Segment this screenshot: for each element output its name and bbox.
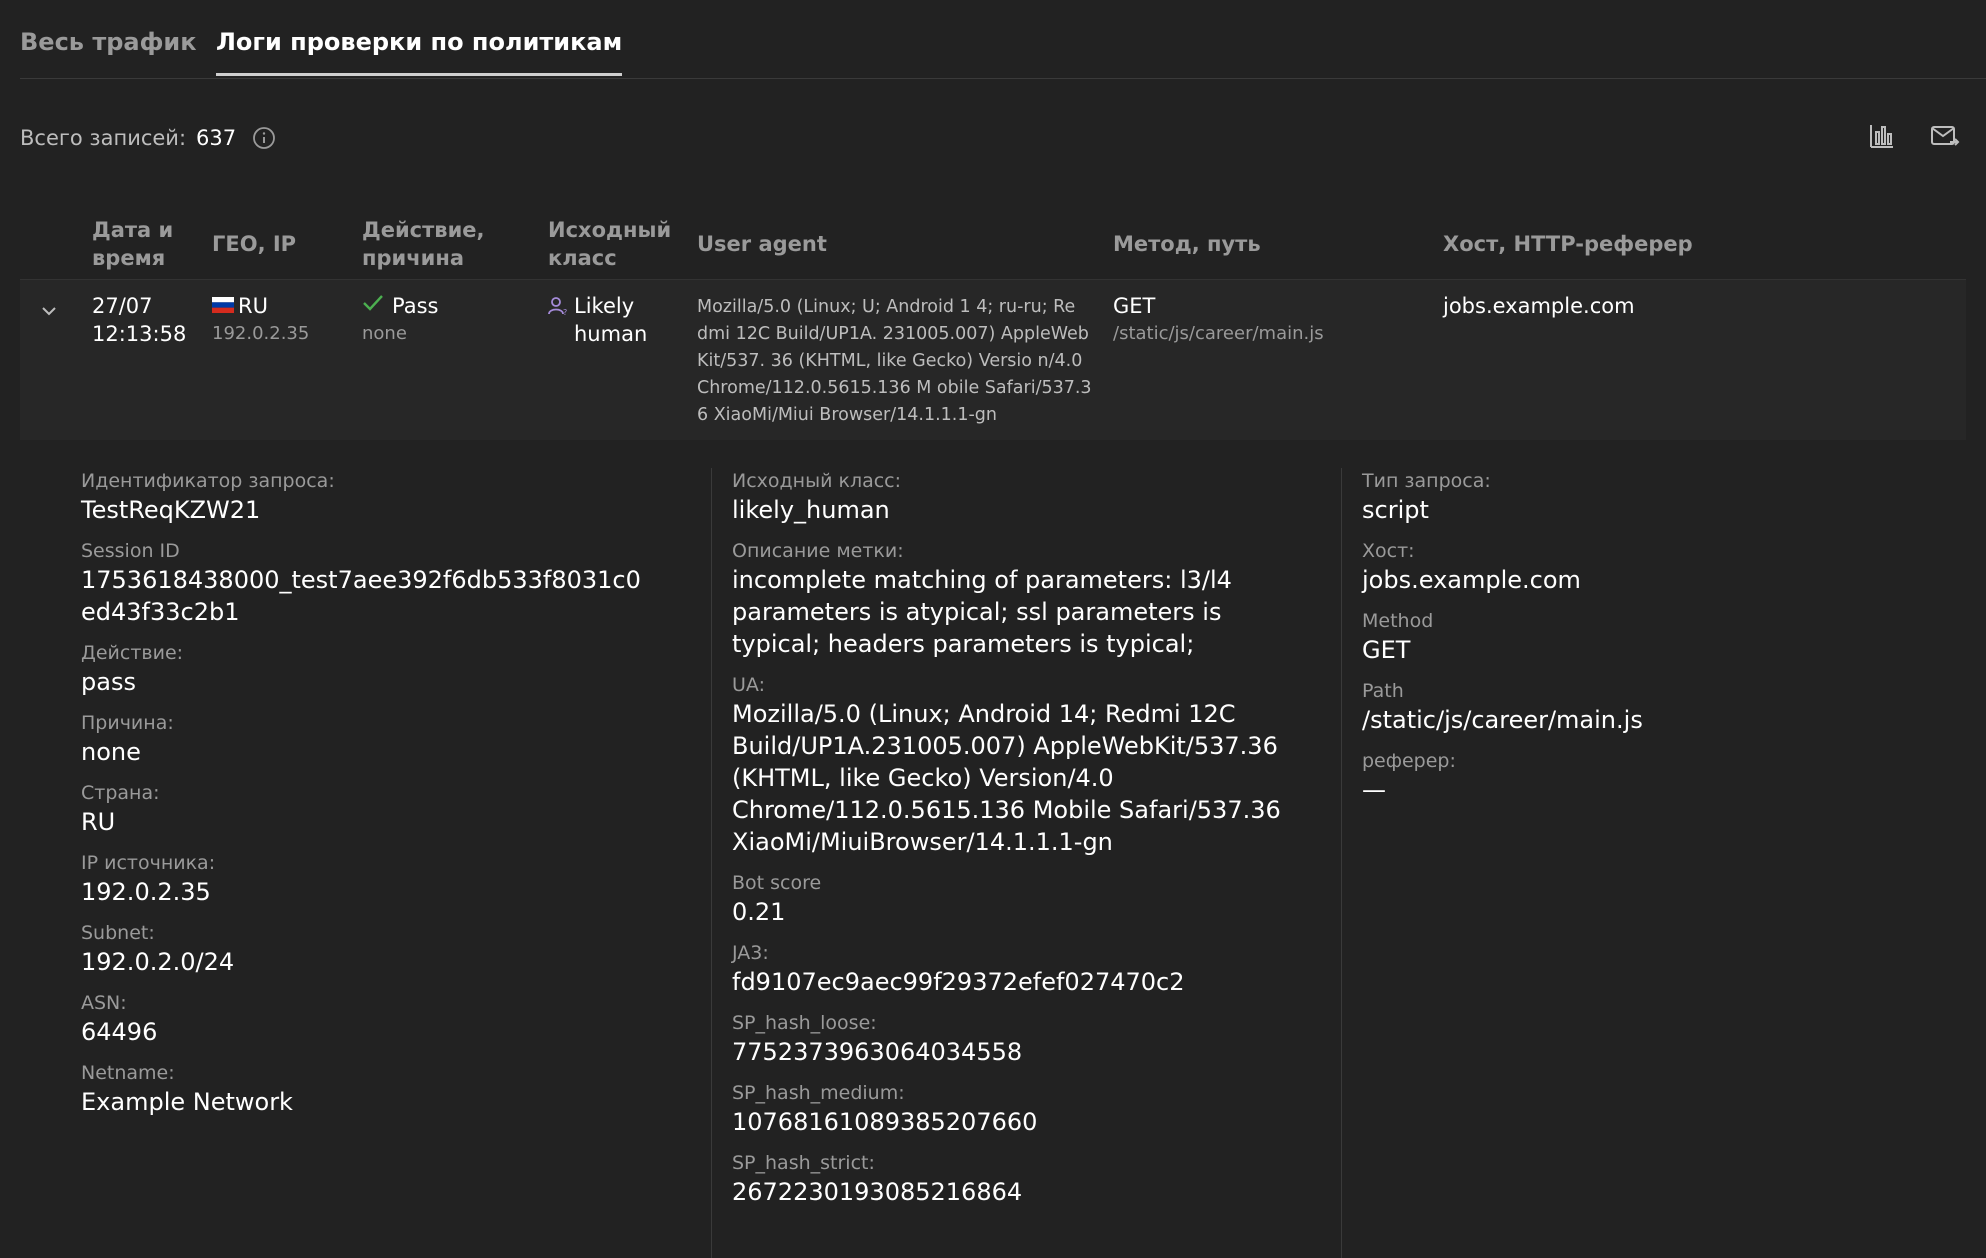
- cell-method: GET /static/js/career/main.js: [1113, 292, 1324, 348]
- detail-value: 7752373963064034558: [732, 1038, 1023, 1066]
- detail-label: Session ID: [81, 540, 180, 562]
- cell-host[interactable]: jobs.example.com: [1443, 292, 1635, 320]
- detail-value: 2672230193085216864: [732, 1178, 1023, 1206]
- cell-reason: none: [362, 323, 407, 344]
- detail-value: /static/js/career/main.js: [1362, 706, 1643, 734]
- cell-action: Pass none: [362, 292, 438, 348]
- cell-geo: RU 192.0.2.35: [212, 292, 309, 348]
- mail-export-icon[interactable]: [1930, 122, 1960, 150]
- detail-label: Действие:: [81, 642, 184, 664]
- table-row[interactable]: 27/07 12:13:58 RU 192.0.2.35 Pass none ? …: [20, 280, 1966, 441]
- detail-label: ASN:: [81, 992, 127, 1014]
- detail-label: SP_hash_strict:: [732, 1152, 875, 1174]
- detail-value: jobs.example.com: [1362, 566, 1581, 594]
- cell-user-agent: Mozilla/5.0 (Linux; U; Android 1 4; ru-r…: [697, 297, 1092, 425]
- detail-value: Mozilla/5.0 (Linux; Android 14; Redmi 12…: [732, 700, 1281, 856]
- svg-text:?: ?: [563, 308, 567, 316]
- row-details: Идентификатор запроса: TestReqKZW21 Sessi…: [20, 440, 1966, 1258]
- cell-ip: 192.0.2.35: [212, 323, 310, 344]
- tab-all-traffic[interactable]: Весь трафик: [20, 28, 197, 73]
- detail-label: Идентификатор запроса:: [81, 470, 335, 492]
- header-geo[interactable]: ГЕО, IP: [212, 230, 296, 258]
- chevron-down-icon[interactable]: [40, 302, 58, 320]
- cell-class: ? Likely human: [548, 292, 647, 348]
- details-column-3: Тип запроса: script Хост: jobs.example.com…: [1341, 468, 1922, 1258]
- detail-label: реферер:: [1362, 750, 1456, 772]
- bar-chart-icon[interactable]: [1868, 122, 1896, 150]
- detail-value: 10768161089385207660: [732, 1108, 1038, 1136]
- header-method[interactable]: Метод, путь: [1113, 230, 1261, 258]
- cell-country: RU: [238, 294, 268, 318]
- header-action[interactable]: Действие, причина: [362, 216, 485, 272]
- detail-value: script: [1362, 496, 1429, 524]
- records-count: 637: [196, 126, 237, 150]
- toolbar-icons: [1868, 122, 1960, 150]
- details-column-2: Исходный класс: likely_human Описание мет…: [711, 468, 1312, 1258]
- detail-value: none: [81, 738, 141, 766]
- records-summary: Всего записей: 637: [20, 126, 276, 150]
- detail-label: IP источника:: [81, 852, 216, 874]
- detail-label: Исходный класс:: [732, 470, 902, 492]
- detail-label: Причина:: [81, 712, 174, 734]
- detail-value: likely_human: [732, 496, 890, 524]
- detail-label: Тип запроса:: [1362, 470, 1491, 492]
- detail-label: JA3:: [732, 942, 769, 964]
- detail-label: Хост:: [1362, 540, 1415, 562]
- detail-value: 64496: [81, 1018, 158, 1046]
- details-column-1: Идентификатор запроса: TestReqKZW21 Sessi…: [81, 468, 641, 1130]
- cell-path: /static/js/career/main.js: [1113, 323, 1324, 344]
- detail-value: Example Network: [81, 1088, 293, 1116]
- table-header: Дата и время ГЕО, IP Действие, причина Исх…: [20, 212, 1966, 280]
- header-date[interactable]: Дата и время: [92, 216, 173, 272]
- info-icon[interactable]: [252, 126, 276, 150]
- detail-value: TestReqKZW21: [81, 496, 261, 524]
- flag-ru-icon: [212, 292, 234, 320]
- detail-label: Subnet:: [81, 922, 155, 944]
- detail-label: Path: [1362, 680, 1404, 702]
- detail-label: SP_hash_medium:: [732, 1082, 905, 1104]
- detail-label: SP_hash_loose:: [732, 1012, 877, 1034]
- detail-label: Страна:: [81, 782, 160, 804]
- detail-value: pass: [81, 668, 136, 696]
- detail-label: UA:: [732, 674, 765, 696]
- user-icon: ?: [548, 292, 568, 348]
- tab-bar: Весь трафик Логи проверки по политикам: [20, 0, 1986, 79]
- records-label: Всего записей:: [20, 126, 187, 150]
- cell-date: 27/07 12:13:58: [92, 294, 187, 346]
- detail-label: Netname:: [81, 1062, 175, 1084]
- detail-value: fd9107ec9aec99f29372efef027470c2: [732, 968, 1185, 996]
- detail-value: RU: [81, 808, 116, 836]
- detail-value: 0.21: [732, 898, 786, 926]
- detail-value: 1753618438000_test7aee392f6db533f8031c0e…: [81, 566, 641, 626]
- detail-value: —: [1362, 776, 1386, 804]
- tab-policy-logs[interactable]: Логи проверки по политикам: [216, 28, 623, 76]
- header-user-agent[interactable]: User agent: [697, 230, 827, 258]
- detail-value: 192.0.2.35: [81, 878, 211, 906]
- detail-value: GET: [1362, 636, 1411, 664]
- detail-label: Method: [1362, 610, 1434, 632]
- detail-value: 192.0.2.0/24: [81, 948, 235, 976]
- header-class[interactable]: Исходный класс: [548, 216, 671, 272]
- detail-value: incomplete matching of parameters: l3/l4…: [732, 566, 1232, 658]
- header-host[interactable]: Хост, HTTP-реферер: [1443, 230, 1693, 258]
- check-icon: [362, 292, 384, 320]
- detail-label: Описание метки:: [732, 540, 904, 562]
- detail-label: Bot score: [732, 872, 822, 894]
